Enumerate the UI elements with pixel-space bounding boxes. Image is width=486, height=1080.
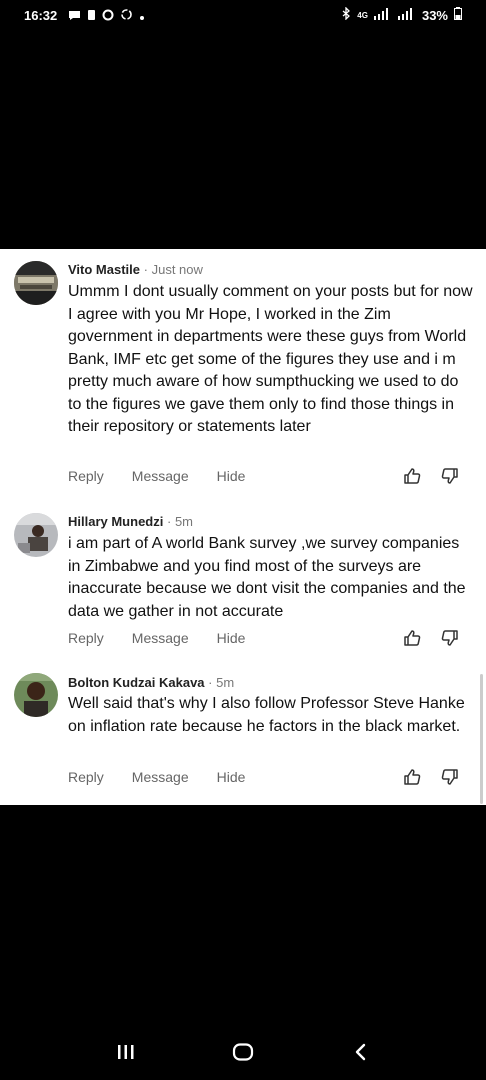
comments-panel: Vito Mastile · Just now Ummm I dont usua… bbox=[0, 249, 486, 805]
comment-separator: · bbox=[166, 514, 175, 529]
comment-separator: · bbox=[208, 675, 217, 690]
hide-button[interactable]: Hide bbox=[217, 769, 246, 785]
comment-time: 5m bbox=[216, 675, 235, 690]
avatar[interactable] bbox=[14, 261, 58, 305]
sim-icon bbox=[87, 9, 96, 24]
navigation-bar bbox=[0, 1020, 486, 1080]
thumbs-up-icon[interactable] bbox=[403, 629, 421, 652]
home-icon[interactable] bbox=[232, 1043, 254, 1066]
comment-text: Ummm I dont usually comment on your post… bbox=[68, 283, 473, 435]
hide-button[interactable]: Hide bbox=[217, 630, 246, 646]
chat-icon bbox=[102, 9, 114, 24]
vote-buttons bbox=[403, 467, 459, 490]
battery-icon bbox=[454, 7, 462, 23]
comment-time: 5m bbox=[174, 514, 193, 529]
message-button[interactable]: Message bbox=[132, 769, 189, 785]
avatar[interactable] bbox=[14, 673, 58, 717]
thumbs-up-icon[interactable] bbox=[403, 768, 421, 791]
reply-button[interactable]: Reply bbox=[68, 468, 104, 484]
status-time: 16:32 bbox=[24, 8, 58, 23]
message-button[interactable]: Message bbox=[132, 468, 189, 484]
thumbs-down-icon[interactable] bbox=[441, 467, 459, 490]
thumbs-up-icon[interactable] bbox=[403, 467, 421, 490]
dot-icon bbox=[139, 9, 145, 24]
comment-author[interactable]: Hillary Munedzi bbox=[68, 514, 163, 529]
comment-header: Vito Mastile · Just now bbox=[68, 262, 203, 277]
comment-actions: Reply Message Hide bbox=[68, 468, 273, 484]
recent-apps-icon[interactable] bbox=[117, 1044, 135, 1065]
battery-text: 33% bbox=[421, 7, 448, 23]
comment-header: Hillary Munedzi · 5m bbox=[68, 514, 193, 529]
notification-icons bbox=[68, 8, 145, 24]
comment-author[interactable]: Bolton Kudzai Kakava bbox=[68, 675, 205, 690]
message-button[interactable]: Message bbox=[132, 630, 189, 646]
comment-header: Bolton Kudzai Kakava · 5m bbox=[68, 675, 234, 690]
comment-actions: Reply Message Hide bbox=[68, 769, 273, 785]
thumbs-down-icon[interactable] bbox=[441, 629, 459, 652]
network-type: 4G bbox=[357, 10, 368, 20]
bluetooth-icon bbox=[342, 6, 351, 23]
status-bar: 16:32 4G 33% bbox=[0, 0, 486, 32]
comment-actions: Reply Message Hide bbox=[68, 630, 273, 646]
back-icon[interactable] bbox=[353, 1043, 367, 1066]
comment-text: Well said that's why I also follow Profe… bbox=[68, 695, 465, 735]
hide-button[interactable]: Hide bbox=[217, 468, 246, 484]
signal-icon bbox=[373, 7, 392, 23]
sync-icon bbox=[120, 8, 133, 24]
reply-button[interactable]: Reply bbox=[68, 769, 104, 785]
reply-button[interactable]: Reply bbox=[68, 630, 104, 646]
vote-buttons bbox=[403, 768, 459, 791]
avatar[interactable] bbox=[14, 513, 58, 557]
scrollbar[interactable] bbox=[480, 674, 483, 804]
vote-buttons bbox=[403, 629, 459, 652]
comment-text: i am part of A world Bank survey ,we sur… bbox=[68, 535, 466, 620]
comment-author[interactable]: Vito Mastile bbox=[68, 262, 140, 277]
comment-separator: · bbox=[143, 262, 152, 277]
signal-icon bbox=[397, 7, 416, 23]
comment-time: Just now bbox=[151, 262, 203, 277]
message-icon bbox=[68, 9, 81, 24]
thumbs-down-icon[interactable] bbox=[441, 768, 459, 791]
status-right: 4G 33% bbox=[342, 6, 462, 23]
